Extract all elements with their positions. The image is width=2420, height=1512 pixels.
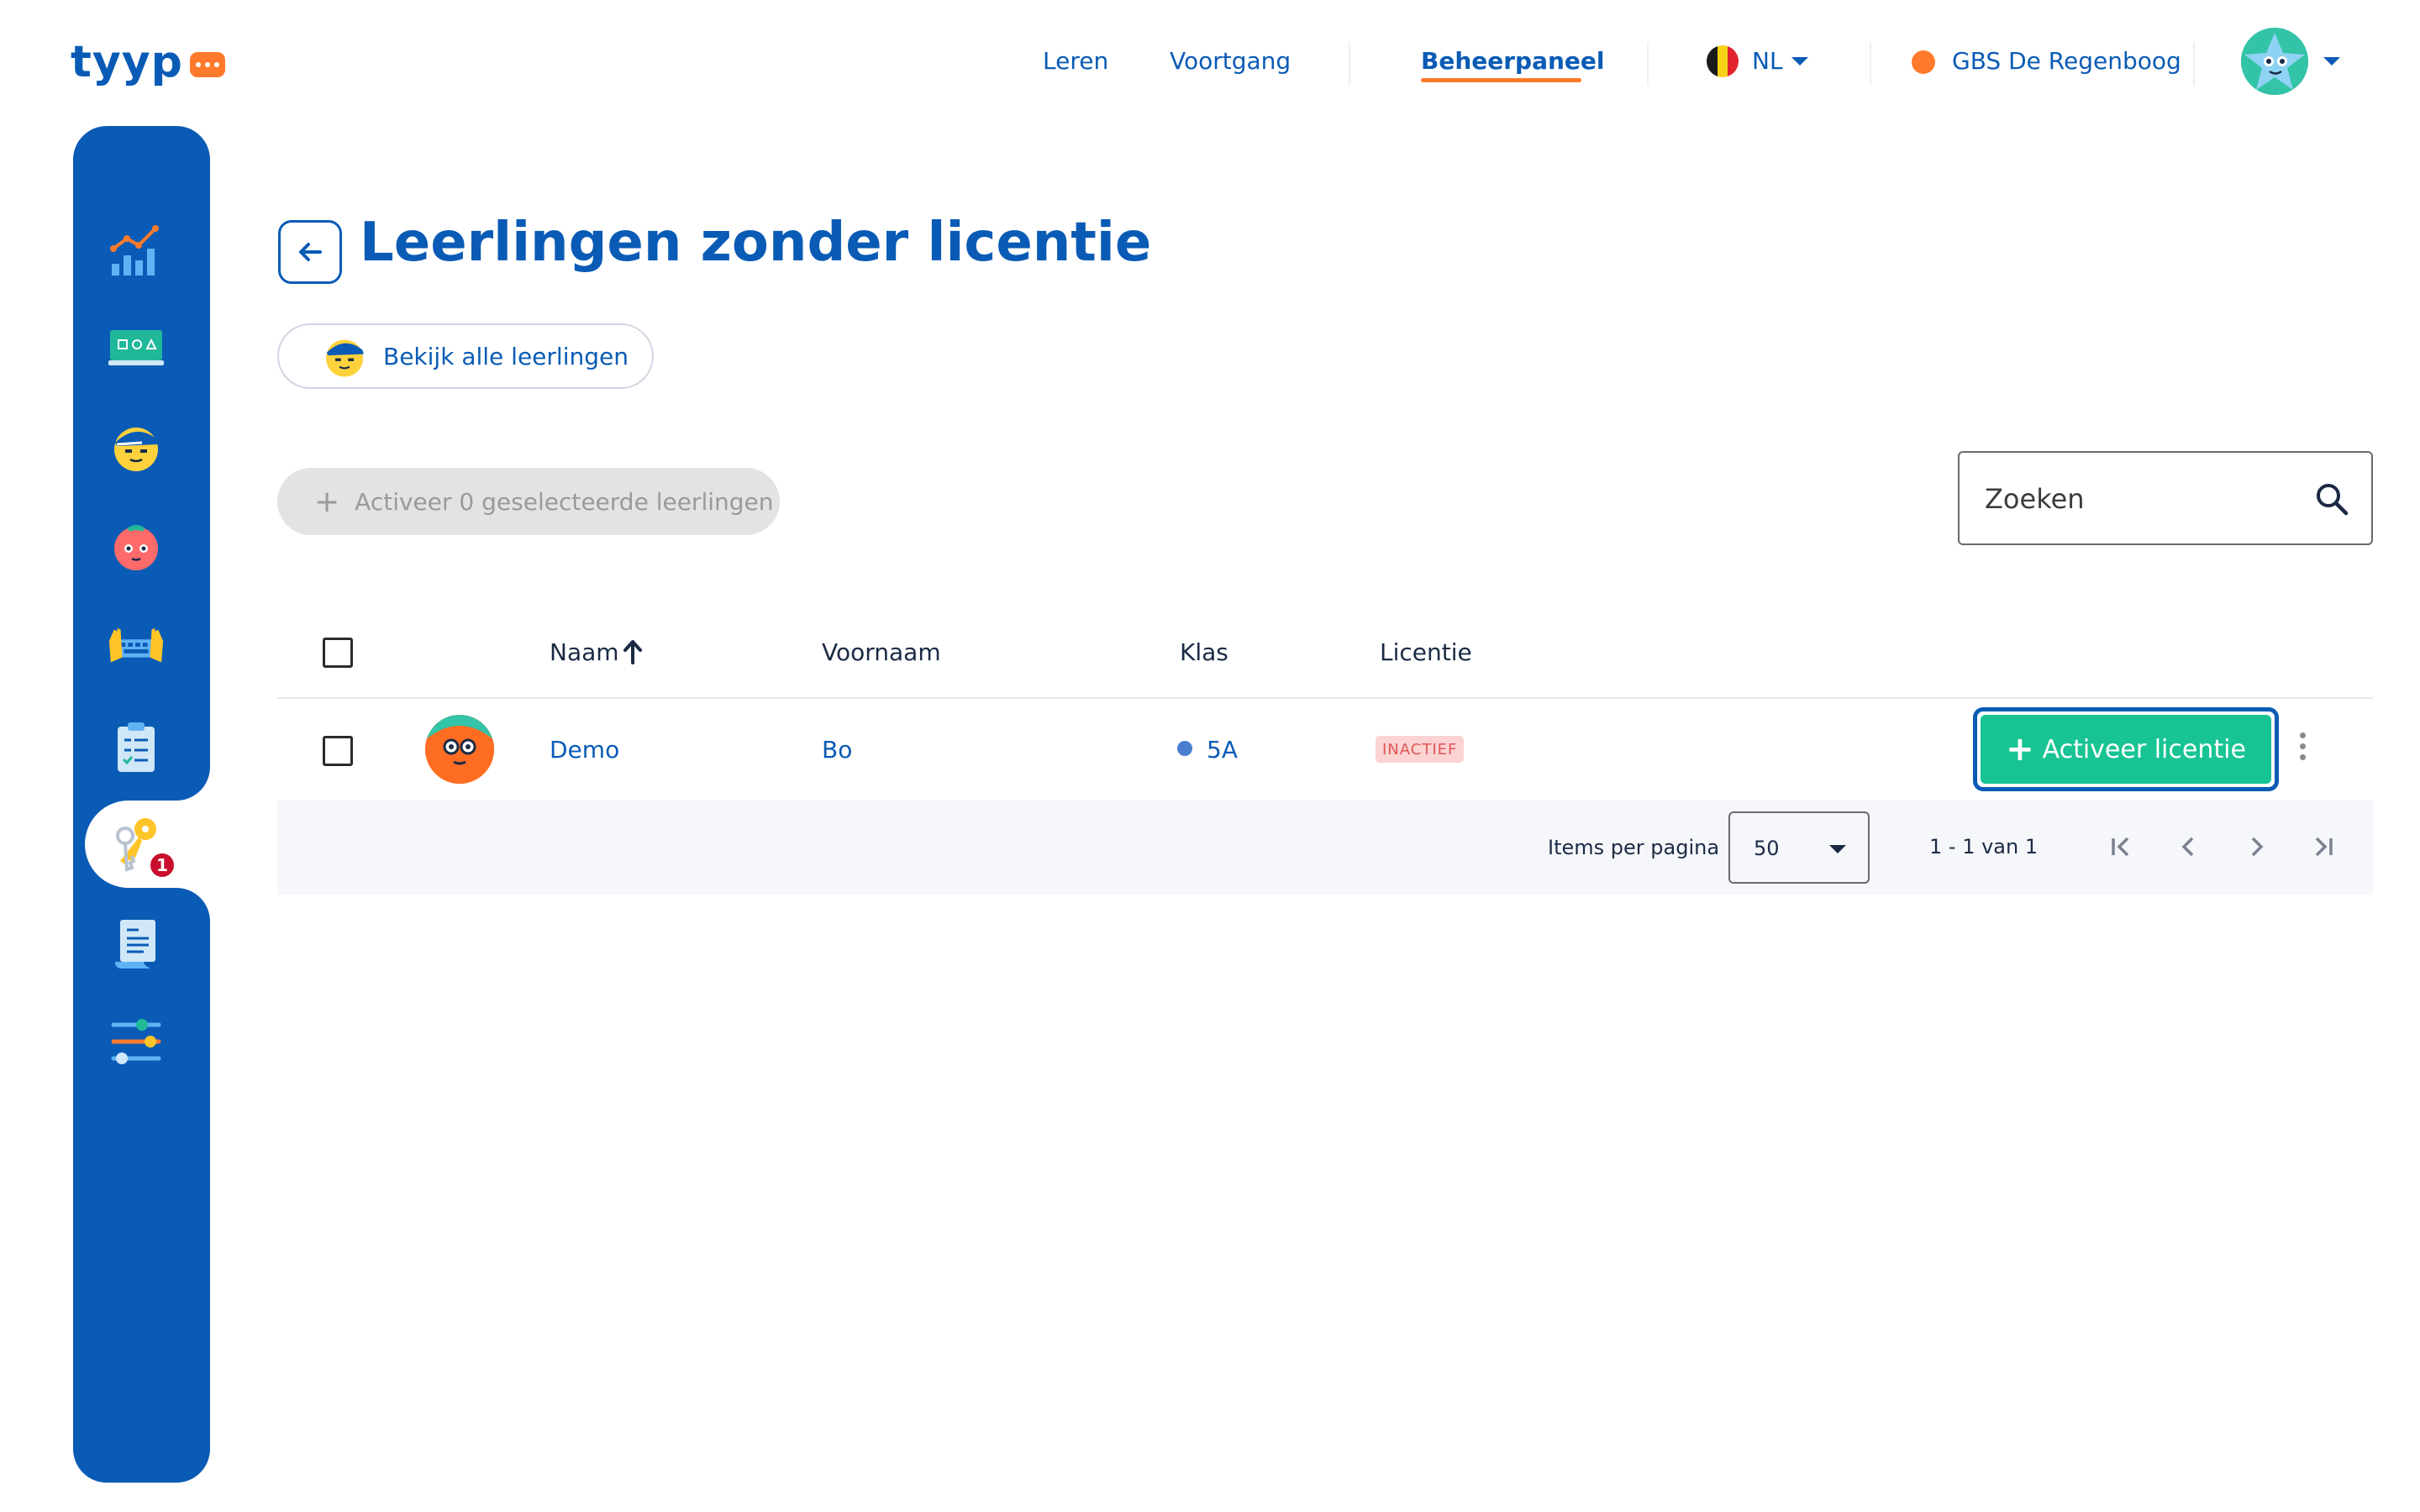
plus-icon: + [314, 484, 340, 519]
search-input[interactable] [1983, 478, 2306, 520]
sidebar-item-teachers[interactable] [106, 516, 166, 576]
activate-license-button[interactable]: + Activeer licentie [1973, 707, 2279, 791]
chevron-right-icon [2251, 837, 2264, 857]
nav-separator [2193, 42, 2195, 86]
class-color-dot [1177, 741, 1192, 756]
license-count-badge: 1 [148, 851, 176, 879]
search-icon[interactable] [2314, 481, 2349, 517]
sort-ascending-arrow-icon [623, 640, 642, 664]
sidebar-item-settings[interactable] [106, 1011, 166, 1072]
student-avatar [425, 715, 494, 784]
first-page-icon [2112, 837, 2129, 857]
items-per-page-label: Items per pagina [1548, 836, 1720, 859]
nav-link-beheerpaneel[interactable]: Beheerpaneel [1421, 47, 1605, 75]
last-page-icon [2315, 837, 2333, 857]
activate-selected-label: Activeer 0 geselecteerde leerlingen [355, 487, 774, 516]
chevron-down-icon [1829, 845, 1846, 853]
sidebar-item-classes[interactable] [106, 318, 166, 378]
back-button[interactable] [278, 220, 342, 284]
sidebar-active-corner [174, 888, 210, 921]
last-page-button[interactable] [2307, 830, 2340, 864]
chevron-down-icon [2323, 57, 2340, 66]
column-header-voornaam[interactable]: Voornaam [822, 638, 941, 666]
view-all-students-button[interactable]: Bekijk alle leerlingen [277, 323, 654, 389]
chevron-left-icon [2181, 837, 2194, 857]
user-avatar [2241, 28, 2308, 95]
activate-selected-button[interactable]: + Activeer 0 geselecteerde leerlingen [277, 468, 780, 535]
sidebar-item-students[interactable] [106, 417, 166, 477]
school-dot-icon [1912, 50, 1935, 74]
paginator [277, 801, 2373, 895]
column-header-klas[interactable]: Klas [1180, 638, 1228, 666]
view-all-students-label: Bekijk alle leerlingen [383, 342, 629, 370]
license-status-badge: INACTIEF [1376, 736, 1465, 763]
hands-keyboard-icon [108, 627, 164, 663]
row-checkbox[interactable] [323, 736, 353, 766]
logo-text: tyyp [71, 37, 183, 87]
nav-link-voortgang[interactable]: Voortgang [1170, 47, 1291, 75]
checklist-clipboard-icon [118, 722, 155, 772]
row-naam[interactable]: Demo [550, 736, 619, 764]
nav-separator [1349, 42, 1350, 86]
row-more-options-icon[interactable] [2300, 732, 2306, 760]
sidebar-active-corner [174, 767, 210, 801]
sidebar-item-invoices[interactable] [106, 914, 166, 974]
document-receipt-icon [115, 920, 155, 969]
next-page-button[interactable] [2239, 830, 2273, 864]
student-face-icon [114, 428, 159, 471]
column-header-naam-label: Naam [550, 638, 619, 666]
statistics-chart-icon [110, 225, 159, 276]
language-label: NL [1752, 47, 1783, 75]
page-title: Leerlingen zonder licentie [360, 212, 1152, 274]
select-all-checkbox[interactable] [323, 638, 353, 668]
logo-bubble-icon [189, 52, 225, 77]
row-voornaam[interactable]: Bo [822, 736, 852, 764]
activate-license-label: Activeer licentie [2042, 734, 2246, 764]
sidebar-item-typing[interactable] [106, 617, 166, 677]
settings-sliders-icon [111, 1019, 161, 1064]
sidebar-item-tasks[interactable] [106, 717, 166, 778]
classroom-board-icon [108, 330, 164, 365]
chevron-down-icon [1791, 57, 1808, 66]
nav-active-underline [1421, 78, 1581, 82]
belgium-flag-icon [1707, 45, 1739, 77]
first-page-button[interactable] [2104, 830, 2138, 864]
page-size-value: 50 [1754, 837, 1780, 860]
column-header-licentie[interactable]: Licentie [1380, 638, 1472, 666]
nav-separator [1647, 42, 1649, 86]
sidebar-item-statistics[interactable] [106, 221, 166, 281]
activate-license-button-inner: + Activeer licentie [1981, 715, 2271, 784]
page-size-select[interactable]: 50 [1728, 811, 1870, 884]
row-klas[interactable]: 5A [1207, 736, 1238, 764]
tyyp-logo[interactable]: tyyp [71, 37, 225, 87]
school-name: GBS De Regenboog [1952, 47, 2181, 75]
nav-separator [1870, 42, 1871, 86]
plus-icon: + [2006, 730, 2034, 769]
previous-page-button[interactable] [2172, 830, 2206, 864]
arrow-left-icon [299, 243, 322, 261]
teacher-face-icon [114, 525, 158, 570]
search-field[interactable] [1958, 451, 2373, 545]
page-range-label: 1 - 1 van 1 [1929, 835, 2039, 858]
student-face-icon [325, 339, 364, 377]
nav-link-leren[interactable]: Leren [1043, 47, 1108, 75]
